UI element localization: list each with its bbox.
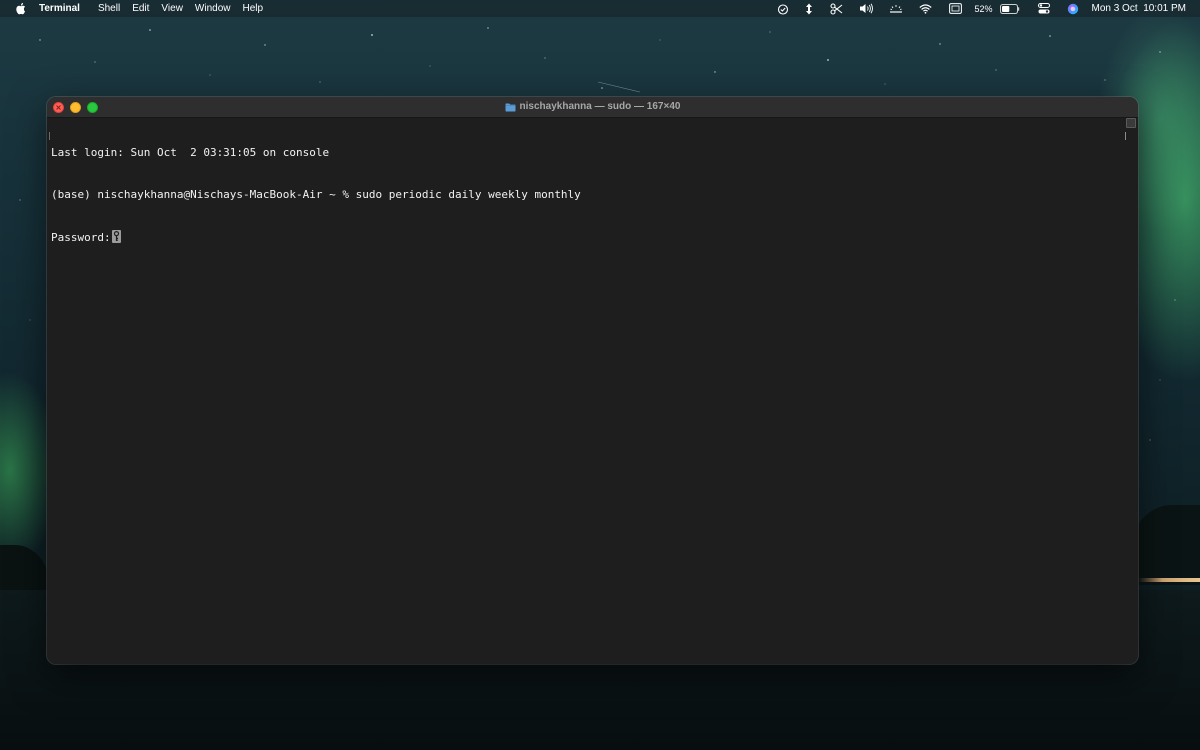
menu-help[interactable]: Help — [237, 0, 270, 17]
shore-lights — [1138, 578, 1200, 582]
menu-shell[interactable]: Shell — [92, 0, 126, 17]
scroll-split-button[interactable] — [1126, 118, 1136, 128]
menu-edit[interactable]: Edit — [126, 0, 155, 17]
terminal-line-last-login: Last login: Sun Oct 2 03:31:05 on consol… — [51, 146, 330, 159]
control-center-icon[interactable] — [1038, 0, 1051, 17]
menu-view[interactable]: View — [155, 0, 189, 17]
menu-app-terminal[interactable]: Terminal — [38, 0, 86, 17]
clock-date: Mon 3 Oct — [1091, 3, 1138, 14]
key-cursor-icon — [111, 230, 121, 243]
left-edge-marker — [49, 132, 50, 140]
apple-logo-icon[interactable] — [13, 2, 27, 16]
scroll-marker — [1125, 132, 1126, 140]
password-prompt: Password: — [51, 231, 111, 244]
window-titlebar[interactable]: nischaykhanna — sudo — 167×40 — [47, 97, 1138, 118]
terminal-line-command: (base) nischaykhanna@Nischays-MacBook-Ai… — [51, 188, 581, 201]
battery-icon[interactable] — [1000, 0, 1020, 17]
window-title: nischaykhanna — sudo — 167×40 — [47, 97, 1138, 117]
window-title-text: nischaykhanna — sudo — 167×40 — [519, 101, 681, 112]
siri-icon[interactable] — [1067, 0, 1079, 17]
terminal-window[interactable]: nischaykhanna — sudo — 167×40 Last login… — [47, 97, 1138, 664]
menu-bar: Terminal Shell Edit View Window Help 52% — [0, 0, 1200, 17]
screen-mirroring-icon[interactable] — [949, 0, 963, 17]
terminal-line-password[interactable]: Password: — [51, 230, 1124, 244]
clock-time: 10:01 PM — [1143, 3, 1186, 14]
volume-icon[interactable] — [859, 0, 874, 17]
terminal-output[interactable]: Last login: Sun Oct 2 03:31:05 on consol… — [51, 118, 1124, 664]
menu-clock[interactable]: Mon 3 Oct 10:01 PM — [1091, 3, 1186, 14]
keyboard-brightness-icon[interactable] — [889, 0, 903, 17]
scissors-icon[interactable] — [830, 0, 843, 17]
focus-icon[interactable] — [777, 0, 789, 17]
menu-window[interactable]: Window — [189, 0, 237, 17]
folder-icon — [505, 103, 516, 112]
battery-percentage: 52% — [974, 3, 993, 14]
wifi-icon[interactable] — [919, 0, 933, 17]
transfer-icon[interactable] — [805, 0, 813, 17]
